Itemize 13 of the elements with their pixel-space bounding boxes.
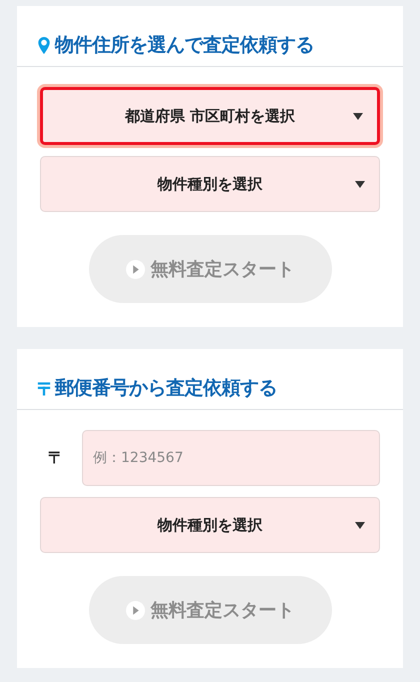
caret-icon [355, 181, 365, 188]
caret-icon [353, 113, 363, 120]
select-dropdown[interactable]: 物件種別を選択 [40, 156, 380, 212]
select-dropdown[interactable]: 都道府県 市区町村を選択 [40, 87, 380, 145]
play-icon [126, 600, 144, 620]
postal-mark-label: 〒 [47, 448, 65, 468]
caret-icon [355, 522, 365, 529]
section-title: 物件住所を選んで査定依頼する [55, 33, 314, 58]
map-pin-icon [37, 36, 51, 54]
select-dropdown[interactable]: 物件種別を選択 [40, 497, 380, 553]
postal-code-field[interactable]: 例：1234567 [82, 430, 380, 486]
section-title: 郵便番号から査定依頼する [55, 376, 277, 401]
play-icon [126, 260, 144, 278]
